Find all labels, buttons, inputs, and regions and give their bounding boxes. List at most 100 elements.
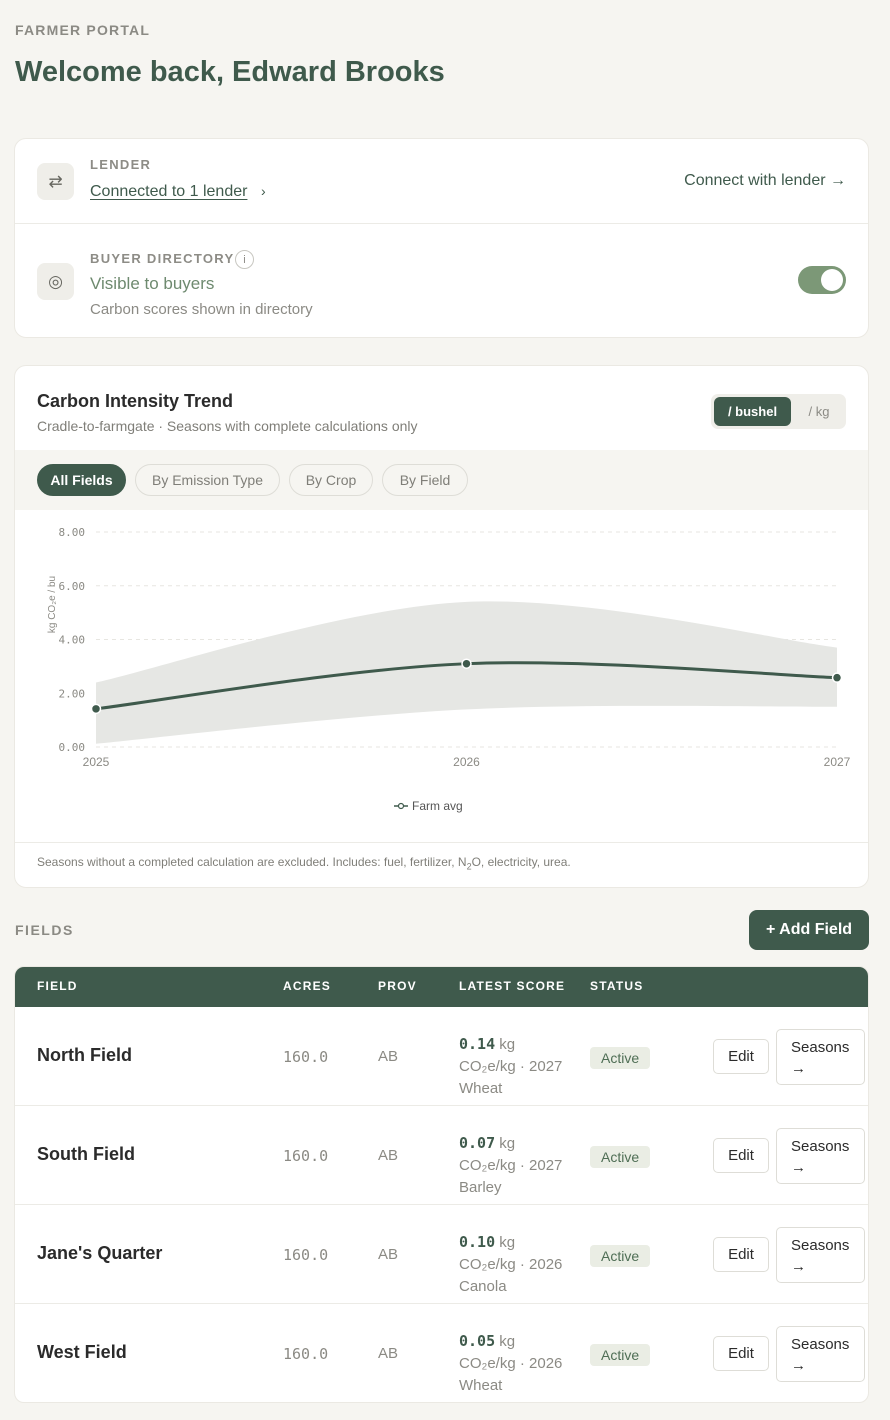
edit-button[interactable]: Edit — [713, 1138, 769, 1173]
visibility-subtext: Carbon scores shown in directory — [90, 301, 313, 318]
score-crop: Barley — [459, 1179, 502, 1196]
score-unit: kg — [499, 1333, 516, 1350]
edit-button[interactable]: Edit — [713, 1336, 769, 1371]
column-acres: ACRES — [283, 979, 332, 993]
data-point — [461, 658, 472, 669]
unit-toggle: / bushel / kg — [711, 394, 846, 429]
toggle-knob — [821, 269, 843, 291]
add-field-button[interactable]: + Add Field — [749, 910, 869, 950]
chart-title: Carbon Intensity Trend — [37, 391, 234, 411]
y-tick-label: 4.00 — [59, 634, 86, 647]
seasons-label: Seasons — [791, 1138, 850, 1155]
table-row: South Field 160.0 AB 0.07 kg CO₂e/kg · 20… — [15, 1106, 868, 1205]
fields-section-label: FIELDS — [15, 922, 74, 938]
column-field: FIELD — [37, 979, 78, 993]
portal-eyebrow: FARMER PORTAL — [15, 22, 151, 38]
score-detail: CO₂e/kg · 2027 — [459, 1157, 563, 1174]
score-crop: Canola — [459, 1278, 507, 1295]
score-unit: kg — [499, 1234, 516, 1251]
arrow-right-icon: → — [791, 1159, 806, 1176]
arrow-right-icon: → — [791, 1060, 806, 1077]
status-badge: Active — [590, 1344, 651, 1366]
y-tick-label: 2.00 — [59, 687, 86, 700]
legend-marker — [397, 802, 405, 810]
score-value: 0.14 — [459, 1035, 496, 1053]
field-score: 0.07 kg CO₂e/kg · 2027 Barley — [459, 1132, 579, 1199]
field-score: 0.10 kg CO₂e/kg · 2026 Canola — [459, 1231, 579, 1298]
field-prov: AB — [378, 1048, 399, 1065]
edit-button[interactable]: Edit — [713, 1039, 769, 1074]
field-acres: 160.0 — [283, 1147, 329, 1165]
table-row: West Field 160.0 AB 0.05 kg CO₂e/kg · 202… — [15, 1304, 868, 1402]
buyer-visibility-toggle[interactable] — [798, 266, 846, 294]
chart-subtitle: Cradle-to-farmgate · Seasons with comple… — [37, 418, 418, 434]
lender-connected-link[interactable]: Connected to 1 lender — [90, 183, 247, 201]
carbon-trend-card: Carbon Intensity Trend Cradle-to-farmgat… — [14, 365, 869, 888]
table-row: Jane's Quarter 160.0 AB 0.10 kg CO₂e/kg ·… — [15, 1205, 868, 1304]
y-tick-label: 0.00 — [59, 741, 86, 754]
chart-footnote: Seasons without a completed calculation … — [15, 842, 868, 887]
x-tick-label: 2025 — [83, 755, 110, 769]
score-detail: CO₂e/kg · 2026 — [459, 1256, 563, 1273]
seasons-label: Seasons — [791, 1336, 850, 1353]
status-badge: Active — [590, 1047, 651, 1069]
visibility-status: Visible to buyers — [90, 274, 215, 293]
status-badge: Active — [590, 1146, 651, 1168]
filter-by-field[interactable]: By Field — [382, 464, 468, 496]
seasons-button[interactable]: Seasons → — [776, 1029, 865, 1085]
chart-filter-bar: All Fields By Emission Type By Crop By F… — [15, 450, 868, 510]
field-prov: AB — [378, 1345, 399, 1362]
status-badge: Active — [590, 1245, 651, 1267]
field-acres: 160.0 — [283, 1048, 329, 1066]
filter-by-emission-type[interactable]: By Emission Type — [135, 464, 280, 496]
x-tick-label: 2026 — [453, 755, 480, 769]
score-detail: CO₂e/kg · 2026 — [459, 1355, 563, 1372]
seasons-label: Seasons — [791, 1237, 850, 1254]
y-tick-label: 6.00 — [59, 580, 86, 593]
score-unit: kg — [499, 1135, 516, 1152]
table-row: North Field 160.0 AB 0.14 kg CO₂e/kg · 20… — [15, 1007, 868, 1106]
legend-label: Farm avg — [412, 799, 463, 813]
connect-lender-button[interactable]: Connect with lender → — [684, 172, 846, 190]
info-icon[interactable]: i — [235, 250, 254, 269]
field-prov: AB — [378, 1246, 399, 1263]
buyer-directory-row: ◎ BUYER DIRECTORY i Visible to buyers Ca… — [15, 224, 868, 337]
data-point — [831, 672, 843, 683]
field-score: 0.05 kg CO₂e/kg · 2026 Wheat — [459, 1330, 579, 1397]
unit-kg-button[interactable]: / kg — [795, 397, 843, 426]
field-name: West Field — [37, 1342, 127, 1362]
fields-table: FIELD ACRES PROV LATEST SCORE STATUS Nor… — [14, 966, 869, 1403]
lender-label: LENDER — [90, 157, 152, 172]
table-header: FIELD ACRES PROV LATEST SCORE STATUS — [15, 967, 868, 1007]
field-name: North Field — [37, 1045, 132, 1065]
score-value: 0.07 — [459, 1134, 496, 1152]
arrow-right-icon: → — [791, 1357, 806, 1374]
confidence-band — [96, 601, 837, 744]
score-crop: Wheat — [459, 1377, 503, 1394]
score-value: 0.05 — [459, 1332, 496, 1350]
field-acres: 160.0 — [283, 1345, 329, 1363]
seasons-button[interactable]: Seasons → — [776, 1128, 865, 1184]
score-crop: Wheat — [459, 1080, 503, 1097]
field-name: South Field — [37, 1144, 135, 1164]
edit-button[interactable]: Edit — [713, 1237, 769, 1272]
filter-by-crop[interactable]: By Crop — [289, 464, 373, 496]
seasons-button[interactable]: Seasons → — [776, 1227, 865, 1283]
y-axis-label: kg CO₂e / bu — [47, 576, 58, 633]
chevron-right-icon: › — [261, 183, 266, 199]
swap-arrows-icon: ⇄ — [37, 163, 74, 200]
footnote-text-2: O, electricity, urea. — [471, 855, 571, 869]
score-detail: CO₂e/kg · 2027 — [459, 1058, 563, 1075]
footnote-text-1: Seasons without a completed calculation … — [37, 855, 467, 869]
arrow-right-icon: → — [791, 1258, 806, 1275]
target-icon: ◎ — [37, 263, 74, 300]
filter-all-fields[interactable]: All Fields — [37, 464, 126, 496]
score-value: 0.10 — [459, 1233, 496, 1251]
lender-row: ⇄ LENDER Connected to 1 lender › Connect… — [15, 139, 868, 224]
seasons-button[interactable]: Seasons → — [776, 1326, 865, 1382]
carbon-trend-chart: 0.00 2.00 4.00 6.00 8.00 kg CO₂e / bu 2025 2026… — [47, 526, 851, 813]
x-tick-label: 2027 — [824, 755, 851, 769]
data-point — [90, 703, 102, 715]
unit-bushel-button[interactable]: / bushel — [714, 397, 791, 426]
seasons-label: Seasons — [791, 1039, 850, 1056]
